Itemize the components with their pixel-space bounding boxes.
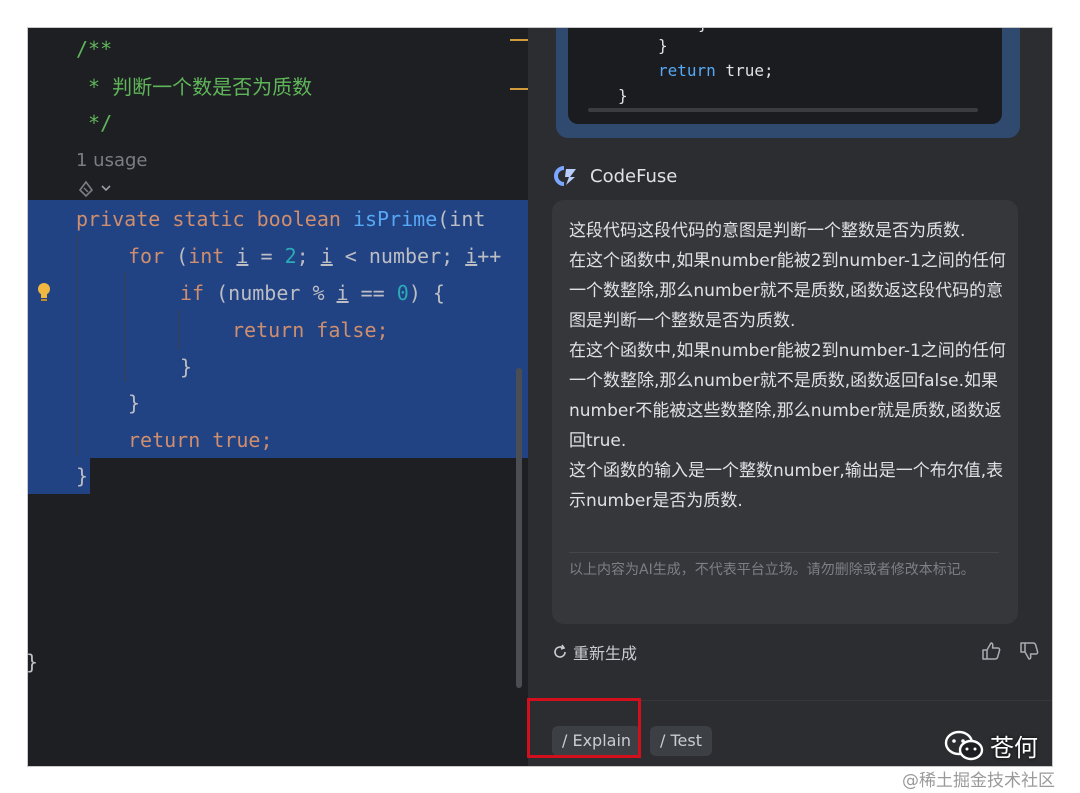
code-line-close-method: }	[76, 464, 89, 488]
explain-command-chip[interactable]: / Explain	[552, 726, 642, 756]
class-close-brace: }	[28, 650, 38, 674]
snippet-line: return true;	[658, 61, 774, 80]
change-marker	[510, 88, 528, 90]
response-paragraph: 在这个函数中,如果number能被2到number-1之间的任何一个数整除,那么…	[569, 251, 1006, 331]
assistant-header: CodeFuse	[552, 162, 677, 190]
ai-disclaimer: 以上内容为AI生成，不代表平台立场。请勿删除或者修改本标记。	[569, 562, 975, 578]
response-divider	[569, 552, 999, 553]
code-line-if: if (number % i == 0) {	[180, 281, 445, 305]
refresh-icon	[554, 644, 566, 658]
ide-window: /** * 判断一个数是否为质数 */ 1 usage private stat…	[28, 28, 1052, 766]
assistant-panel: } } return true; } CodeFuse 这段代码这段代码的意图是…	[528, 28, 1052, 766]
comment-close: */	[76, 111, 113, 135]
indent-guide	[76, 234, 77, 456]
code-line-close-if: }	[180, 355, 193, 379]
assistant-name: CodeFuse	[590, 165, 678, 187]
response-card: 这段代码这段代码的意图是判断一个整数是否为质数. 在这个函数中,如果number能…	[552, 200, 1018, 624]
code-line-close-for: }	[128, 391, 141, 415]
snippet-line: }	[698, 28, 708, 33]
indent-guide	[124, 272, 125, 382]
snippet-scrollbar[interactable]	[588, 108, 978, 112]
response-paragraph: 这段代码这段代码的意图是判断一个整数是否为质数.	[569, 221, 966, 241]
code-line-signature: private static boolean isPrime(int	[76, 207, 486, 231]
response-paragraph: 在这个函数中,如果number能被2到number-1之间的任何一个数整除,那么…	[569, 341, 1006, 451]
code-snippet-card: } } return true; }	[568, 28, 1002, 124]
regenerate-label: 重新生成	[573, 644, 638, 663]
indent-guide	[178, 310, 179, 350]
change-marker	[510, 39, 528, 41]
code-line-return-true: return true;	[128, 428, 273, 452]
response-text: 这段代码这段代码的意图是判断一个整数是否为质数. 在这个函数中,如果number能…	[569, 216, 1009, 516]
code-line-for: for (int i = 2; i < number; i++	[128, 244, 502, 268]
codefuse-logo-icon	[554, 166, 576, 186]
lightbulb-icon[interactable]	[37, 282, 51, 304]
comment-open: /**	[76, 37, 113, 61]
thumbs-down-icon[interactable]	[1018, 640, 1040, 662]
response-paragraph: 这个函数的输入是一个整数number,输出是一个布尔值,表示number是否为质…	[569, 461, 1004, 511]
thumbs-up-icon[interactable]	[980, 640, 1002, 662]
ai-gutter-icon[interactable]	[76, 178, 114, 198]
test-command-chip[interactable]: / Test	[650, 726, 712, 756]
code-line-return-false: return false;	[232, 318, 389, 342]
editor-scrollbar[interactable]	[516, 368, 522, 688]
snippet-line: }	[658, 36, 668, 55]
watermark-author: 苍何	[944, 728, 1038, 763]
snippet-line: }	[618, 86, 628, 105]
usage-hint[interactable]: 1 usage	[76, 150, 148, 171]
watermark-name: 苍何	[990, 734, 1038, 762]
code-editor[interactable]: /** * 判断一个数是否为质数 */ 1 usage private stat…	[28, 28, 528, 766]
regenerate-button[interactable]: 重新生成	[552, 640, 637, 664]
wechat-icon	[944, 730, 984, 760]
comment-text: * 判断一个数是否为质数	[76, 75, 313, 99]
watermark-site: @稀土掘金技术社区	[902, 771, 1055, 791]
